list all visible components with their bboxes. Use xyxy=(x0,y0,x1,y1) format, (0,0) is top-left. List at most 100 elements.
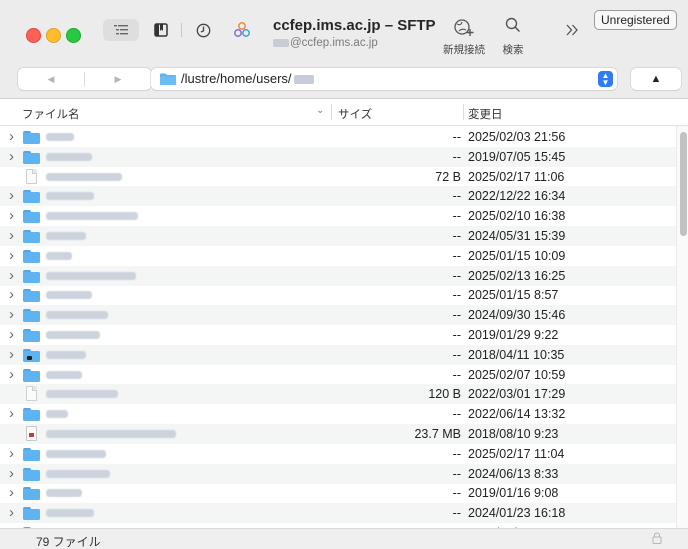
forward-button[interactable]: ▶ xyxy=(85,68,151,90)
disclosure-chevron-icon[interactable]: › xyxy=(9,287,19,302)
disclosure-chevron-icon[interactable]: › xyxy=(9,446,19,461)
file-row[interactable]: › -- 2022/12/22 16:34 xyxy=(0,186,676,207)
file-row[interactable]: 23.7 MB 2018/08/10 9:23 xyxy=(0,424,676,444)
folder-icon xyxy=(23,507,40,521)
file-modified-date: 2025/02/10 16:38 xyxy=(468,209,566,224)
column-divider[interactable] xyxy=(331,104,332,120)
redacted-file-name xyxy=(46,489,82,498)
file-modified-date: 2025/02/17 11:06 xyxy=(468,169,565,184)
zoom-window-button[interactable] xyxy=(66,28,81,43)
sftp-plugin-button[interactable] xyxy=(230,18,254,42)
file-row[interactable]: › -- 2025/02/13 16:25 xyxy=(0,265,676,286)
file-row[interactable]: › -- 2019/07/05 15:45 xyxy=(0,146,676,167)
folder-icon xyxy=(23,447,40,461)
file-row[interactable]: › -- 2025/01/15 8:57 xyxy=(0,285,676,305)
parent-folder-button[interactable]: ▲ xyxy=(631,68,681,90)
history-button[interactable] xyxy=(192,19,214,41)
file-row[interactable]: › -- 2018/04/11 10:35 xyxy=(0,344,676,365)
column-name-header[interactable]: ファイル名 xyxy=(22,106,80,122)
unregistered-button[interactable]: Unregistered xyxy=(594,10,677,30)
folder-icon xyxy=(23,249,40,263)
column-size-header[interactable]: サイズ xyxy=(338,106,372,122)
redacted-file-name xyxy=(46,251,72,260)
file-modified-date: 2024/09/30 15:46 xyxy=(468,308,566,323)
disclosure-chevron-icon[interactable]: › xyxy=(9,268,19,283)
file-row[interactable]: › -- 2024/09/30 15:46 xyxy=(0,305,676,326)
file-size: -- xyxy=(452,189,461,204)
disclosure-chevron-icon[interactable]: › xyxy=(9,367,19,382)
search-button[interactable]: 検索 xyxy=(497,17,529,57)
file-row[interactable]: › -- 2025/02/17 11:04 xyxy=(0,444,676,464)
folder-icon xyxy=(23,131,40,144)
path-label: /lustre/home/users/ xyxy=(181,71,292,86)
more-toolbar-button[interactable] xyxy=(560,20,584,40)
file-row[interactable]: › -- 2025/01/15 10:09 xyxy=(0,246,676,266)
sftp-browser-window: ccfep.ims.ac.jp – SFTP @ccfep.ims.ac.jp … xyxy=(0,0,688,549)
redacted-file-name xyxy=(46,152,92,161)
file-row[interactable]: › -- 2025/02/07 10:59 xyxy=(0,365,676,385)
file-size: -- xyxy=(452,149,461,164)
file-size: -- xyxy=(452,367,461,382)
item-count: 79 ファイル xyxy=(36,535,101,549)
vertical-scrollbar[interactable] xyxy=(676,126,688,528)
history-icon xyxy=(196,23,210,37)
more-icon xyxy=(566,24,578,36)
folder-icon xyxy=(23,368,40,382)
redacted-file-name xyxy=(46,192,94,201)
column-divider[interactable] xyxy=(463,104,464,120)
file-row[interactable]: 72 B 2025/02/17 11:06 xyxy=(0,167,676,187)
disclosure-chevron-icon[interactable]: › xyxy=(9,406,19,421)
folder-icon xyxy=(23,467,40,481)
path-dropdown-chevron-icon[interactable]: ▲ ▼ xyxy=(598,71,613,87)
file-row[interactable]: › -- 2024/05/31 15:39 xyxy=(0,226,676,246)
file-row[interactable]: › -- 2019/01/29 9:22 xyxy=(0,325,676,345)
scrollbar-thumb[interactable] xyxy=(680,132,687,236)
redacted-file-name xyxy=(46,311,108,320)
outline-view-button[interactable] xyxy=(103,19,139,41)
redacted-file-name xyxy=(46,232,86,240)
new-connection-label: 新規接続 xyxy=(443,44,485,56)
path-popup-field[interactable]: /lustre/home/users/ ▲ ▼ xyxy=(151,68,617,90)
disclosure-chevron-icon[interactable]: › xyxy=(9,347,19,362)
disclosure-chevron-icon[interactable]: › xyxy=(9,208,19,223)
back-button[interactable]: ◀ xyxy=(18,68,84,90)
folder-icon xyxy=(23,487,40,501)
redacted-file-name xyxy=(46,172,122,181)
disclosure-chevron-icon[interactable]: › xyxy=(9,149,19,164)
file-row[interactable]: › -- 2025/02/03 21:56 xyxy=(0,127,676,147)
folder-icon xyxy=(23,289,40,303)
redacted-file-name xyxy=(46,370,82,379)
disclosure-chevron-icon[interactable]: › xyxy=(9,505,19,520)
file-size: -- xyxy=(452,308,461,323)
disclosure-chevron-icon[interactable]: › xyxy=(9,485,19,500)
disclosure-chevron-icon[interactable]: › xyxy=(9,129,19,144)
redacted-file-name xyxy=(46,390,118,399)
disclosure-chevron-icon[interactable]: › xyxy=(9,466,19,481)
file-row[interactable]: 120 B 2022/03/01 17:29 xyxy=(0,384,676,405)
file-size: -- xyxy=(452,288,461,303)
disclosure-chevron-icon[interactable]: › xyxy=(9,307,19,322)
new-connection-button[interactable]: 新規接続 xyxy=(441,17,487,57)
file-row[interactable]: › -- 2025/02/10 16:38 xyxy=(0,206,676,226)
disclosure-chevron-icon[interactable]: › xyxy=(9,327,19,342)
file-row[interactable]: › -- 2024/06/13 8:33 xyxy=(0,463,676,484)
path-bar: ◀ ▶ /lustre/home/users/ ▲ ▼ ▲ xyxy=(0,64,688,99)
file-row[interactable]: › -- 2019/01/16 9:08 xyxy=(0,483,676,503)
file-modified-date: 2018/04/11 10:35 xyxy=(468,347,565,362)
file-modified-date: 2025/02/13 16:25 xyxy=(468,268,566,283)
close-window-button[interactable] xyxy=(26,28,41,43)
disclosure-chevron-icon[interactable]: › xyxy=(9,188,19,203)
file-row[interactable]: › -- 2022/06/14 13:32 xyxy=(0,404,676,424)
disclosure-chevron-icon[interactable]: › xyxy=(9,228,19,243)
column-modified-header[interactable]: 変更日 xyxy=(468,106,503,122)
file-modified-date: 2019/07/05 15:45 xyxy=(468,149,566,164)
disclosure-chevron-icon[interactable]: › xyxy=(9,248,19,263)
file-modified-date: 2024/01/23 16:18 xyxy=(468,506,566,521)
pdf-file-icon xyxy=(26,426,37,441)
redacted-file-name xyxy=(46,212,138,221)
file-list[interactable]: › -- 2025/02/03 21:56 › -- 2019/07/05 15:45 72… xyxy=(0,126,676,528)
column-header: ファイル名 ⌄ サイズ 変更日 xyxy=(0,99,688,126)
minimize-window-button[interactable] xyxy=(46,28,61,43)
file-row[interactable]: › -- 2024/01/23 16:18 xyxy=(0,503,676,524)
bookmarks-button[interactable] xyxy=(150,19,172,41)
